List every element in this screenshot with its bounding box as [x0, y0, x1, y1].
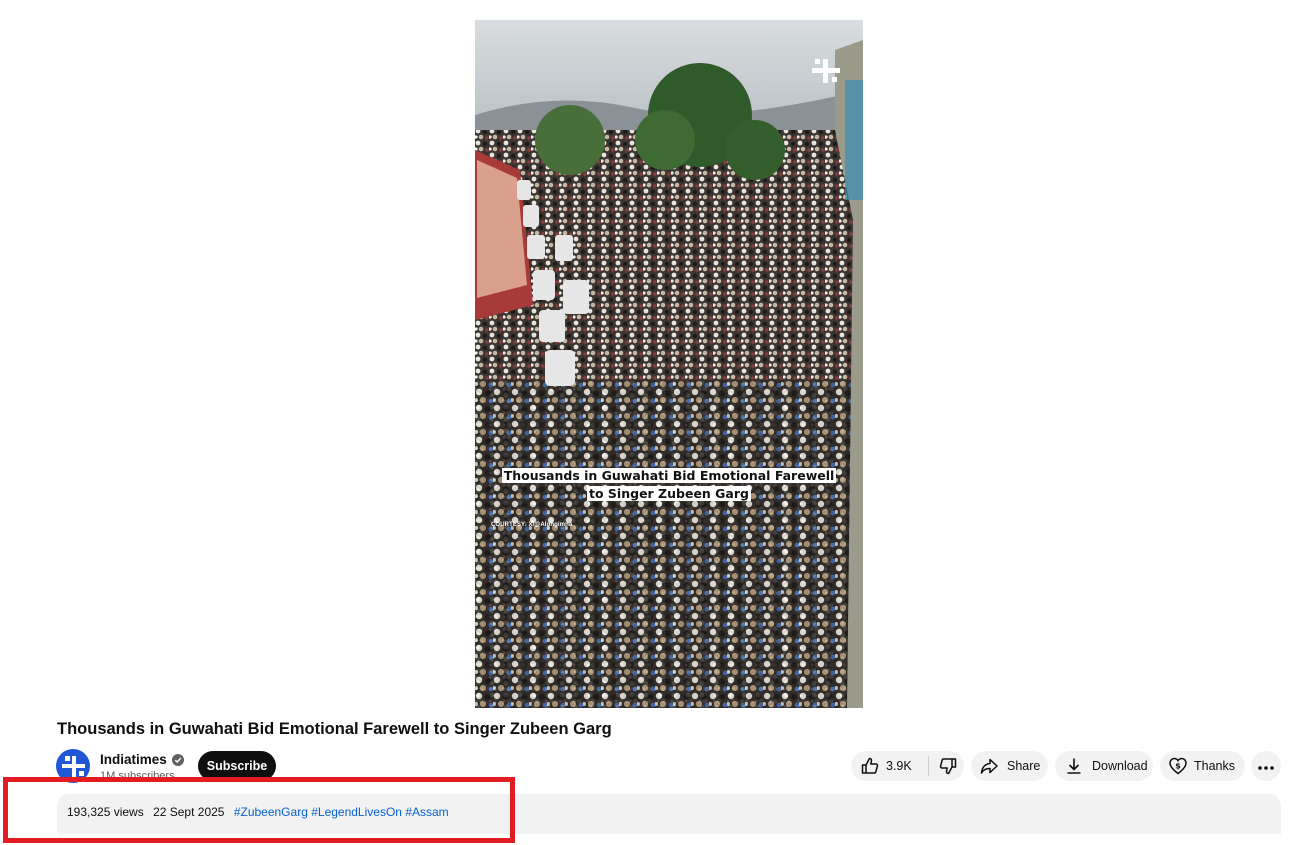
thanks-button[interactable]: $ Thanks — [1160, 751, 1245, 781]
download-icon — [1064, 756, 1084, 776]
share-button[interactable]: Share — [971, 751, 1048, 781]
view-count: 193,325 views — [67, 805, 144, 819]
video-player[interactable]: Thousands in Guwahati Bid Emotional Fare… — [475, 20, 863, 708]
upload-date: 22 Sept 2025 — [153, 805, 225, 819]
channel-name[interactable]: Indiatimes — [100, 752, 167, 767]
hashtag-link[interactable]: #LegendLivesOn — [311, 805, 402, 819]
hashtag-link[interactable]: #Assam — [405, 805, 448, 819]
share-label: Share — [1007, 759, 1041, 773]
indiatimes-logo-icon — [62, 756, 85, 777]
hashtag-link[interactable]: #ZubeenGarg — [234, 805, 308, 819]
video-caption-line-2: to Singer Zubeen Garg — [587, 486, 751, 501]
video-frame-image — [475, 20, 863, 708]
like-button[interactable]: 3.9K — [851, 756, 920, 776]
thanks-label: Thanks — [1194, 759, 1235, 773]
subscriber-count: 1M subscribers — [100, 770, 175, 779]
verified-icon — [171, 753, 184, 766]
watch-page: Thousands in Guwahati Bid Emotional Fare… — [0, 0, 1296, 845]
video-courtesy-text: COURTESY: X/@Alongimna — [491, 522, 573, 528]
thanks-icon: $ — [1168, 756, 1188, 776]
share-icon — [979, 756, 999, 776]
indiatimes-watermark-icon — [812, 59, 840, 83]
more-icon — [1258, 757, 1274, 775]
channel-avatar[interactable] — [56, 749, 90, 783]
dislike-icon — [938, 756, 958, 776]
video-caption-line-1: Thousands in Guwahati Bid Emotional Fare… — [501, 468, 837, 483]
channel-name-row[interactable]: Indiatimes — [100, 752, 184, 767]
video-title: Thousands in Guwahati Bid Emotional Fare… — [57, 720, 612, 738]
download-label: Download — [1092, 759, 1148, 773]
svg-text:$: $ — [1175, 761, 1181, 770]
like-dislike-group: 3.9K — [851, 751, 964, 781]
description-box[interactable]: 193,325 views 22 Sept 2025 #ZubeenGarg #… — [57, 794, 1281, 834]
download-button[interactable]: Download — [1055, 751, 1153, 781]
more-actions-button[interactable] — [1251, 751, 1281, 781]
subscribe-button[interactable]: Subscribe — [198, 751, 276, 781]
like-icon — [860, 756, 880, 776]
like-count: 3.9K — [886, 759, 912, 773]
dislike-button[interactable] — [929, 756, 958, 776]
